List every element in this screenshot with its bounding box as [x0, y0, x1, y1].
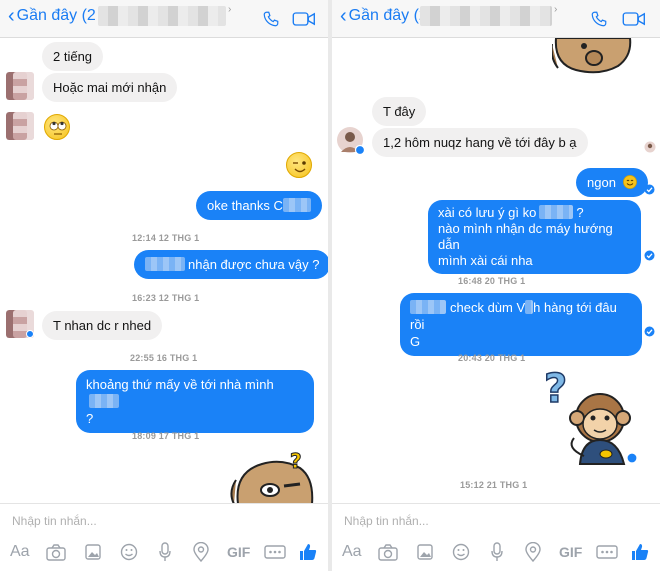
outgoing-message[interactable]: oke thanks C [196, 191, 322, 220]
rolling-eyes-emoji-icon [44, 114, 70, 140]
video-icon[interactable] [292, 10, 316, 28]
phone-icon[interactable] [262, 10, 280, 28]
message-text: ? [576, 205, 584, 220]
location-icon[interactable] [193, 542, 209, 562]
redacted-text [410, 300, 446, 314]
contact-name-redacted [420, 6, 552, 26]
chevron-right-icon[interactable]: › [554, 4, 557, 15]
back-button[interactable]: ‹ Gần đây (2 [8, 5, 96, 27]
message-text: 1,2 hôm nuqz hang về tới đây b ạ [383, 135, 577, 150]
avatar[interactable] [6, 112, 34, 140]
message-text: G [410, 334, 421, 349]
seen-avatar [644, 141, 656, 153]
back-label: Gần đây (2 [16, 7, 96, 24]
gallery-icon[interactable] [416, 543, 434, 561]
sent-check-icon [644, 326, 655, 337]
timestamp: 22:55 16 THG 1 [130, 353, 198, 363]
message-text: Hoặc mai mới nhận [53, 80, 167, 95]
smiley-icon[interactable] [120, 543, 138, 561]
message-text: ? [86, 411, 94, 426]
messenger-badge-icon [26, 330, 34, 338]
text-format-button[interactable]: Aa [342, 543, 362, 561]
more-icon[interactable] [264, 545, 286, 559]
message-text: T đây [383, 104, 416, 119]
svg-text:?: ? [544, 368, 567, 412]
message-composer: Nhập tin nhắn... Aa GIF [0, 503, 328, 571]
more-icon[interactable] [596, 545, 618, 559]
svg-text:?: ? [290, 450, 302, 473]
sent-check-icon [644, 250, 655, 261]
like-icon[interactable] [630, 542, 650, 562]
message-composer: Nhập tin nhắn... Aa GIF [332, 503, 660, 571]
camera-icon[interactable] [46, 544, 66, 561]
message-input[interactable]: Nhập tin nhắn... [12, 514, 97, 528]
back-button[interactable]: ‹ Gần đây (2 [340, 5, 428, 27]
avatar[interactable] [6, 72, 34, 100]
message-text: nào mình nhận dc máy hướng dẫn [438, 221, 613, 252]
contact-name-redacted [98, 6, 226, 26]
outgoing-message[interactable]: xài có lưu ý gì ko? nào mình nhận dc máy… [428, 200, 641, 274]
dog-sticker[interactable]: ? [228, 450, 320, 504]
timestamp: 18:09 17 THG 1 [132, 431, 200, 441]
gallery-icon[interactable] [84, 543, 102, 561]
chat-header: ‹ Gần đây (2 › [332, 0, 660, 38]
gif-button[interactable]: GIF [227, 544, 250, 560]
gif-button[interactable]: GIF [559, 544, 582, 560]
smile-emoji-icon [622, 175, 637, 189]
chat-header: ‹ Gần đây (2 › [0, 0, 328, 38]
chat-panel-right: ‹ Gần đây (2 › T đây 1,2 hôm nuqz hang về… [332, 0, 660, 571]
timestamp: 15:12 21 THG 1 [460, 480, 528, 490]
incoming-message[interactable]: T đây [372, 97, 427, 126]
back-label: Gần đây (2 [348, 7, 428, 24]
like-icon[interactable] [298, 542, 318, 562]
timestamp: 16:23 12 THG 1 [132, 293, 200, 303]
smiley-icon[interactable] [452, 543, 470, 561]
location-icon[interactable] [525, 542, 541, 562]
dog-sticker[interactable] [552, 38, 634, 74]
message-text: 2 tiếng [53, 49, 93, 64]
redacted-text [89, 394, 119, 408]
microphone-icon[interactable] [490, 542, 504, 562]
redacted-text [525, 300, 534, 314]
camera-icon[interactable] [378, 544, 398, 561]
message-text: mình xài cái nha [438, 253, 533, 268]
chevron-left-icon: ‹ [340, 5, 347, 27]
incoming-message[interactable]: Hoặc mai mới nhận [42, 73, 178, 102]
timestamp: 20:43 20 THG 1 [458, 353, 526, 363]
outgoing-message[interactable]: ngon [576, 168, 648, 197]
wink-emoji-icon [286, 152, 312, 178]
text-format-button[interactable]: Aa [10, 543, 30, 561]
timestamp: 12:14 12 THG 1 [132, 233, 200, 243]
message-text: oke thanks C [207, 198, 283, 213]
message-text: ngon [587, 175, 616, 190]
chevron-left-icon: ‹ [8, 5, 15, 27]
composer-toolbar: Aa GIF [6, 542, 324, 564]
message-text: khoảng thứ mấy về tới nhà mình [86, 377, 274, 392]
chevron-right-icon[interactable]: › [228, 4, 231, 15]
sent-check-icon [644, 184, 655, 195]
incoming-message[interactable]: T nhan dc r nhed [42, 311, 163, 340]
message-text: T nhan dc r nhed [53, 318, 152, 333]
message-input[interactable]: Nhập tin nhắn... [344, 514, 429, 528]
outgoing-message[interactable]: check dùm Vh hàng tới đâu rồi G [400, 293, 642, 356]
video-icon[interactable] [622, 10, 646, 28]
incoming-message[interactable]: 1,2 hôm nuqz hang về tới đây b ạ [372, 128, 588, 157]
message-text: nhận được chưa vậy ? [188, 257, 320, 272]
timestamp: 16:48 20 THG 1 [458, 276, 526, 286]
outgoing-message[interactable]: khoảng thứ mấy về tới nhà mình ? [76, 370, 314, 433]
microphone-icon[interactable] [158, 542, 172, 562]
message-text: check dùm V [450, 300, 526, 315]
chat-panel-left: ‹ Gần đây (2 › 2 tiếng Hoặc mai mới nhận … [0, 0, 328, 571]
redacted-text [539, 205, 574, 219]
redacted-text [282, 198, 311, 212]
incoming-message[interactable]: 2 tiếng [42, 42, 104, 71]
avatar[interactable] [336, 126, 366, 156]
outgoing-message[interactable]: nhận được chưa vậy ? [134, 250, 328, 279]
phone-icon[interactable] [590, 10, 608, 28]
composer-toolbar: Aa GIF [338, 542, 656, 564]
message-text: xài có lưu ý gì ko [438, 205, 537, 220]
monkey-sticker[interactable]: ? [544, 368, 640, 466]
redacted-text [145, 257, 185, 271]
